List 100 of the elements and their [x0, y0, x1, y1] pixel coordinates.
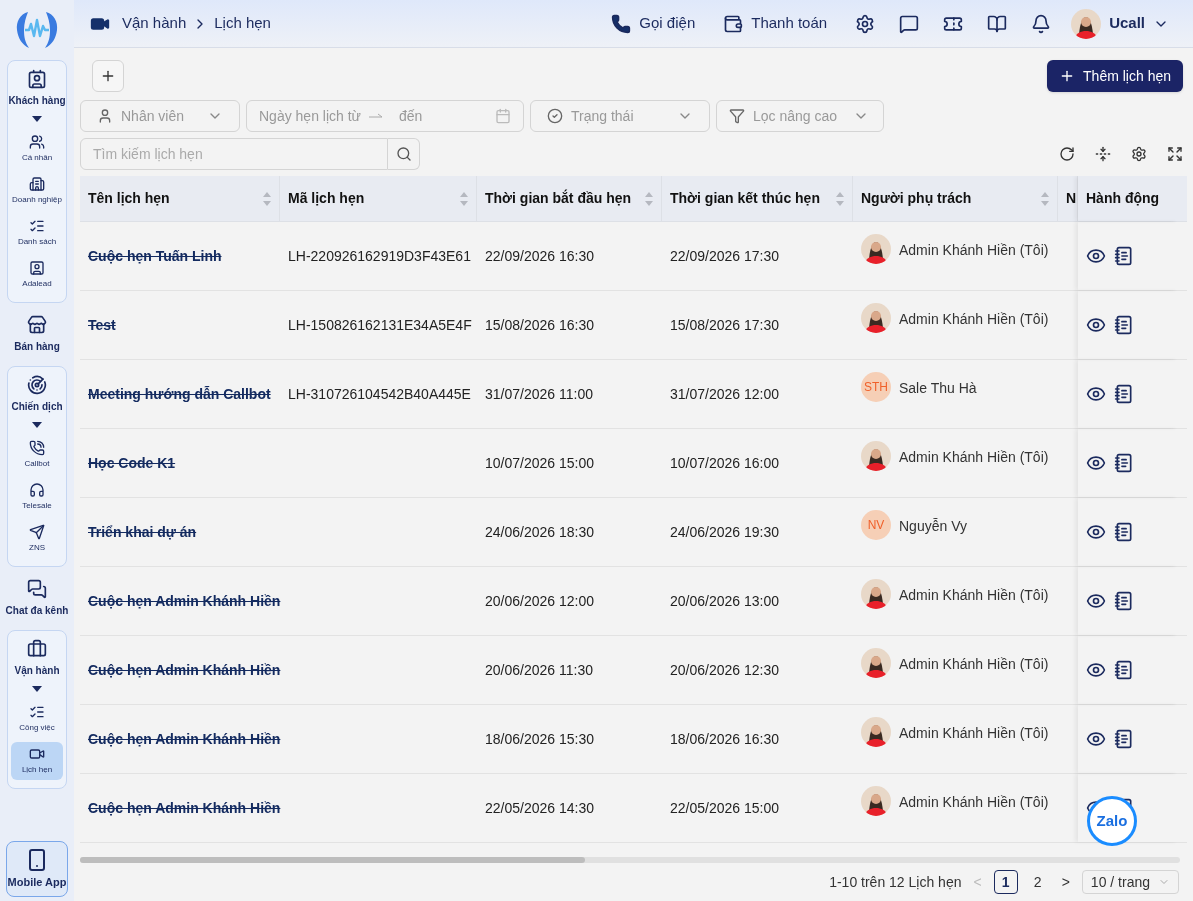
notes-icon[interactable] — [1114, 660, 1134, 680]
message-icon[interactable] — [899, 13, 920, 34]
chats-icon — [27, 579, 47, 599]
nav-item[interactable]: Callbot — [11, 436, 63, 474]
search-field[interactable]: Tìm kiếm lịch hẹn — [80, 138, 388, 170]
breadcrumb-current: Lịch hẹn — [214, 13, 271, 34]
view-icon[interactable] — [1086, 522, 1106, 542]
end-time: 24/06/2026 19:30 — [670, 522, 779, 542]
sort-icon — [263, 191, 271, 206]
view-icon[interactable] — [1086, 384, 1106, 404]
fullscreen-icon[interactable] — [1167, 146, 1183, 162]
appointment-name[interactable]: Triển khai dự án — [88, 521, 197, 543]
book-icon[interactable] — [987, 13, 1008, 34]
send-icon — [29, 524, 45, 540]
sort-icon — [1041, 191, 1049, 206]
end-time: 10/07/2026 16:00 — [670, 453, 779, 473]
payment-button[interactable]: Thanh toán — [723, 12, 828, 35]
appointment-name[interactable]: Cuộc hẹn Admin Khánh Hiền — [88, 728, 281, 750]
appointment-name[interactable]: Học Code K1 — [88, 452, 176, 474]
mobile-app-button[interactable]: Mobile App — [6, 840, 68, 897]
owner-name: Admin Khánh Hiền (Tôi) — [899, 586, 1049, 605]
column-header[interactable]: N — [1066, 188, 1077, 209]
notes-icon[interactable] — [1114, 384, 1134, 404]
caret-icon — [32, 422, 42, 428]
start-time: 20/06/2026 11:30 — [485, 660, 593, 680]
notes-icon[interactable] — [1114, 315, 1134, 335]
column-header[interactable]: Thời gian kết thúc hẹn — [670, 188, 836, 209]
nav-group-label[interactable]: Khách hàng — [8, 93, 66, 108]
appointment-name[interactable]: Cuộc hẹn Admin Khánh Hiền — [88, 590, 281, 612]
contact-icon — [27, 69, 47, 89]
nav-group-label[interactable]: Vận hành — [14, 663, 60, 678]
appointment-name[interactable]: Cuộc hẹn Admin Khánh Hiền — [88, 797, 281, 819]
refresh-icon[interactable] — [1059, 146, 1075, 162]
notes-icon[interactable] — [1114, 729, 1134, 749]
page-button[interactable]: 1 — [993, 870, 1018, 894]
sort-icon — [460, 191, 468, 206]
nav-item[interactable]: Doanh nghiệp — [11, 172, 63, 210]
usersquare-icon — [29, 260, 45, 276]
sort-icon — [836, 191, 844, 206]
view-icon[interactable] — [1086, 453, 1106, 473]
nav-item[interactable]: Adalead — [11, 256, 63, 294]
view-icon[interactable] — [1086, 315, 1106, 335]
zalo-chat-popup[interactable]: Zalo — [1087, 796, 1137, 846]
end-time: 20/06/2026 12:30 — [670, 660, 779, 680]
call-button[interactable]: Gọi điện — [611, 12, 696, 35]
page-button[interactable]: 2 — [1025, 870, 1050, 894]
column-header[interactable]: Thời gian bắt đầu hẹn — [485, 188, 645, 209]
owner-name: Admin Khánh Hiền (Tôi) — [899, 310, 1049, 329]
bell-icon[interactable] — [1031, 13, 1052, 34]
nav-item[interactable]: ZNS — [11, 520, 63, 558]
notes-icon[interactable] — [1114, 591, 1134, 611]
appointment-name[interactable]: Test — [88, 314, 116, 336]
user-icon — [97, 108, 113, 124]
list-icon — [29, 218, 45, 234]
page-size-select[interactable]: 10 / trang — [1081, 870, 1179, 894]
view-icon[interactable] — [1086, 591, 1106, 611]
view-icon[interactable] — [1086, 246, 1106, 266]
nav-item[interactable]: Chat đa kênh — [5, 573, 69, 624]
settings-icon[interactable] — [855, 13, 876, 34]
nav-item[interactable]: Telesale — [11, 478, 63, 516]
nav-item[interactable]: Bán hàng — [14, 309, 60, 360]
owner-name: Admin Khánh Hiền (Tôi) — [899, 793, 1049, 812]
owner-name: Admin Khánh Hiền (Tôi) — [899, 241, 1049, 260]
briefcase-icon — [27, 639, 47, 659]
column-header[interactable]: Mã lịch hẹn — [288, 188, 460, 209]
notes-icon[interactable] — [1114, 522, 1134, 542]
owner-name: Admin Khánh Hiền (Tôi) — [899, 448, 1049, 467]
appointment-name[interactable]: Meeting hướng dẫn Callbot — [88, 383, 271, 405]
end-time: 18/06/2026 16:30 — [670, 729, 779, 749]
settings-icon[interactable] — [1131, 146, 1147, 162]
next-page-button[interactable]: > — [1057, 871, 1074, 893]
add-appointment-button[interactable]: Thêm lịch hẹn — [1047, 60, 1183, 92]
nav-group-label[interactable]: Chiến dịch — [11, 399, 63, 414]
nav-item[interactable]: Danh sách — [11, 214, 63, 252]
notes-icon[interactable] — [1114, 246, 1134, 266]
owner-name: Admin Khánh Hiền (Tôi) — [899, 655, 1049, 674]
nav-item[interactable]: Cá nhân — [11, 130, 63, 168]
user-name[interactable]: Ucall — [1109, 12, 1145, 35]
radar-icon — [27, 375, 47, 395]
add-icon-button[interactable] — [92, 60, 124, 92]
nav-item[interactable]: Lịch hẹn — [11, 742, 63, 780]
plus-icon — [100, 68, 116, 84]
start-time: 31/07/2026 11:00 — [485, 384, 593, 404]
video-icon — [29, 746, 45, 762]
notes-icon[interactable] — [1114, 453, 1134, 473]
view-icon[interactable] — [1086, 729, 1106, 749]
search-button[interactable] — [388, 138, 420, 170]
building-icon — [29, 176, 45, 192]
column-header[interactable]: Người phụ trách — [861, 188, 1041, 209]
row-height-icon[interactable] — [1095, 146, 1111, 162]
appointment-name[interactable]: Cuộc hẹn Admin Khánh Hiền — [88, 659, 281, 681]
view-icon[interactable] — [1086, 660, 1106, 680]
appointment-name[interactable]: Cuộc hẹn Tuấn Linh — [88, 245, 222, 267]
end-time: 31/07/2026 12:00 — [670, 384, 779, 404]
column-header[interactable]: Tên lịch hẹn — [88, 188, 263, 209]
scrollbar[interactable] — [80, 857, 1180, 863]
headphones-icon — [29, 482, 45, 498]
nav-item[interactable]: Công việc — [11, 700, 63, 738]
avatar: STH — [861, 372, 891, 402]
breadcrumb-link[interactable]: Vận hành — [122, 12, 187, 35]
